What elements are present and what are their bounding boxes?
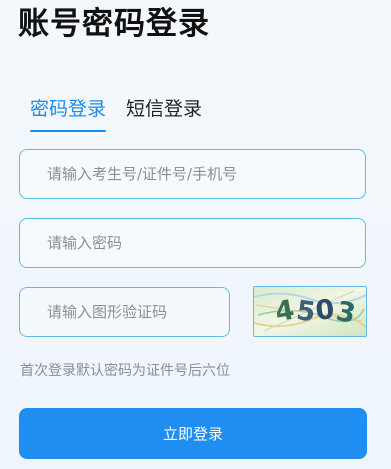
- account-field: [19, 149, 366, 199]
- captcha-graphic: 4 5 0 3: [254, 287, 366, 336]
- captcha-image[interactable]: 4 5 0 3: [253, 286, 367, 337]
- password-input[interactable]: [20, 219, 365, 267]
- captcha-char-3: 0: [314, 294, 336, 327]
- page-title: 账号密码登录: [18, 6, 210, 42]
- tab-sms-login[interactable]: 短信登录: [126, 94, 202, 131]
- tab-password-login[interactable]: 密码登录: [30, 94, 107, 132]
- login-tabs: 密码登录 短信登录: [30, 94, 202, 132]
- account-input[interactable]: [20, 150, 365, 198]
- login-button[interactable]: 立即登录: [19, 408, 367, 459]
- captcha-input[interactable]: [20, 288, 229, 336]
- captcha-field: [19, 287, 230, 337]
- password-field: [19, 218, 366, 268]
- login-hint: 首次登录默认密码为证件号后六位: [20, 363, 230, 379]
